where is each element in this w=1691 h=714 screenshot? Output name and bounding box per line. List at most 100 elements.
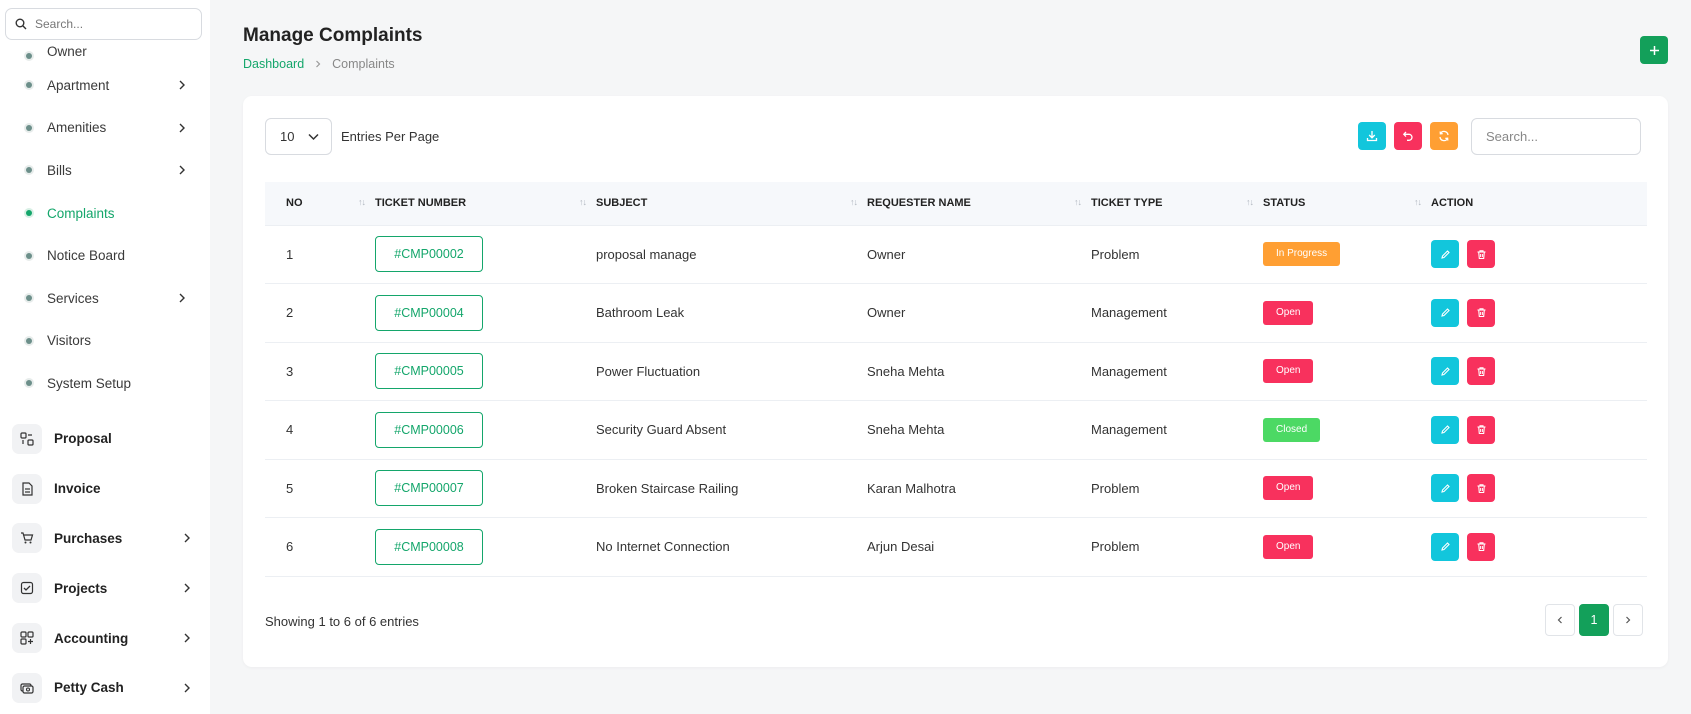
sidebar-item-visitors[interactable]: Visitors [0, 320, 210, 363]
sidebar-item-label: Apartment [47, 77, 110, 93]
column-header-label: TICKET TYPE [1091, 197, 1163, 210]
cell-status: Open [1263, 342, 1431, 401]
column-header-status[interactable]: STATUS ↑↓ [1263, 182, 1431, 226]
sidebar-item-proposal[interactable]: Proposal [0, 414, 210, 464]
page-button-current[interactable]: 1 [1579, 604, 1609, 636]
sidebar-item-label: Visitors [47, 333, 92, 349]
sidebar-item-projects[interactable]: Projects [0, 563, 210, 613]
ticket-number-link[interactable]: #CMP00007 [375, 470, 483, 507]
table-row: 6 #CMP00008 No Internet Connection Arjun De… [265, 517, 1647, 577]
prev-page-button[interactable] [1545, 604, 1575, 636]
chevron-right-icon [184, 633, 190, 643]
undo-button[interactable] [1394, 122, 1422, 150]
sidebar-search[interactable]: Search... [5, 8, 202, 40]
sidebar-item-owner[interactable]: Owner [0, 36, 210, 64]
sidebar: Owner Apartment Amenities Bills Complaints No… [0, 0, 210, 714]
ticket-number-link[interactable]: #CMP00006 [375, 411, 483, 448]
cell-no: 2 [265, 283, 375, 343]
cell-ticket-number: #CMP00007 [375, 459, 596, 518]
edit-button[interactable] [1431, 474, 1459, 503]
cell-subject: Power Fluctuation [596, 342, 867, 401]
table-search-input[interactable] [1471, 118, 1641, 155]
sidebar-item-services[interactable]: Services [0, 277, 210, 320]
sidebar-icon-box [12, 573, 42, 604]
ticket-number-link[interactable]: #CMP00008 [375, 528, 483, 565]
delete-button[interactable] [1467, 532, 1495, 561]
status-badge: Open [1263, 476, 1314, 501]
next-page-button[interactable] [1613, 604, 1643, 636]
sidebar-item-bills[interactable]: Bills [0, 149, 210, 192]
cell-ticket-number: #CMP00004 [375, 283, 596, 343]
edit-button[interactable] [1431, 357, 1459, 386]
pencil-icon [1440, 366, 1450, 376]
delete-button[interactable] [1467, 357, 1495, 386]
chevron-right-icon [179, 123, 185, 133]
sidebar-item-complaints[interactable]: Complaints [0, 192, 210, 235]
column-header-ticket-number[interactable]: TICKET NUMBER ↑↓ [375, 182, 596, 226]
bullet-icon [26, 82, 32, 89]
refresh-button[interactable] [1430, 122, 1458, 150]
cell-action [1431, 342, 1647, 401]
cell-subject: proposal manage [596, 225, 867, 284]
cell-no: 5 [265, 459, 375, 518]
entries-value: 10 [280, 129, 295, 144]
sidebar-item-label: Invoice [54, 481, 101, 497]
chevron-right-icon [1626, 616, 1631, 624]
chevron-right-icon [184, 583, 190, 593]
bullet-icon [26, 380, 32, 387]
cell-no: 1 [265, 225, 375, 284]
bullet-icon [26, 124, 32, 131]
sidebar-item-petty-cash[interactable]: Petty Cash [0, 663, 210, 713]
ticket-number-link[interactable]: #CMP00002 [375, 236, 483, 273]
sort-icon: ↑↓ [579, 197, 587, 207]
ticket-number-link[interactable]: #CMP00005 [375, 353, 483, 390]
entries-per-page-select[interactable]: 10 [265, 118, 332, 155]
edit-button[interactable] [1431, 298, 1459, 327]
column-header-ticket-type[interactable]: TICKET TYPE ↑↓ [1091, 182, 1263, 226]
cell-subject: Security Guard Absent [596, 400, 867, 460]
delete-button[interactable] [1467, 474, 1495, 503]
cell-action [1431, 283, 1647, 343]
download-icon [1366, 131, 1378, 142]
sidebar-item-accounting[interactable]: Accounting [0, 613, 210, 663]
sidebar-item-amenities[interactable]: Amenities [0, 107, 210, 150]
status-badge: Open [1263, 300, 1314, 325]
sidebar-item-apartment[interactable]: Apartment [0, 64, 210, 107]
download-button[interactable] [1358, 122, 1386, 150]
cell-subject: No Internet Connection [596, 517, 867, 577]
edit-button[interactable] [1431, 240, 1459, 269]
chevron-left-icon [1557, 616, 1562, 624]
delete-button[interactable] [1467, 415, 1495, 444]
add-complaint-button[interactable] [1640, 36, 1668, 64]
sort-icon: ↑↓ [358, 197, 366, 207]
cell-ticket-type: Problem [1091, 517, 1263, 577]
delete-button[interactable] [1467, 240, 1495, 269]
bullet-icon [26, 337, 32, 344]
edit-button[interactable] [1431, 532, 1459, 561]
chevron-right-icon [316, 60, 321, 68]
column-header-subject[interactable]: SUBJECT ↑↓ [596, 182, 867, 226]
cell-ticket-type: Problem [1091, 459, 1263, 518]
sidebar-item-label: Purchases [54, 530, 123, 546]
trash-icon [1477, 484, 1485, 493]
sidebar-item-notice-board[interactable]: Notice Board [0, 234, 210, 277]
sidebar-item-label: System Setup [47, 375, 132, 391]
bullet-icon [26, 167, 32, 174]
sidebar-item-system-setup[interactable]: System Setup [0, 362, 210, 405]
column-header-no[interactable]: NO ↑↓ [265, 182, 375, 226]
breadcrumb-dashboard-link[interactable]: Dashboard [243, 57, 304, 71]
ticket-number-link[interactable]: #CMP00004 [375, 294, 483, 331]
table-row: 3 #CMP00005 Power Fluctuation Sneha Mehta Ma… [265, 342, 1647, 401]
sidebar-item-invoice[interactable]: Invoice [0, 464, 210, 514]
edit-button[interactable] [1431, 415, 1459, 444]
sort-icon: ↑↓ [1074, 197, 1082, 207]
cell-requester-name: Arjun Desai [867, 517, 1091, 577]
cell-requester-name: Owner [867, 283, 1091, 343]
cell-action [1431, 517, 1647, 577]
column-header-requester-name[interactable]: REQUESTER NAME ↑↓ [867, 182, 1091, 226]
cell-ticket-type: Problem [1091, 225, 1263, 284]
breadcrumb-current: Complaints [332, 57, 395, 71]
delete-button[interactable] [1467, 298, 1495, 327]
sidebar-item-purchases[interactable]: Purchases [0, 514, 210, 564]
chevron-right-icon [179, 293, 185, 303]
